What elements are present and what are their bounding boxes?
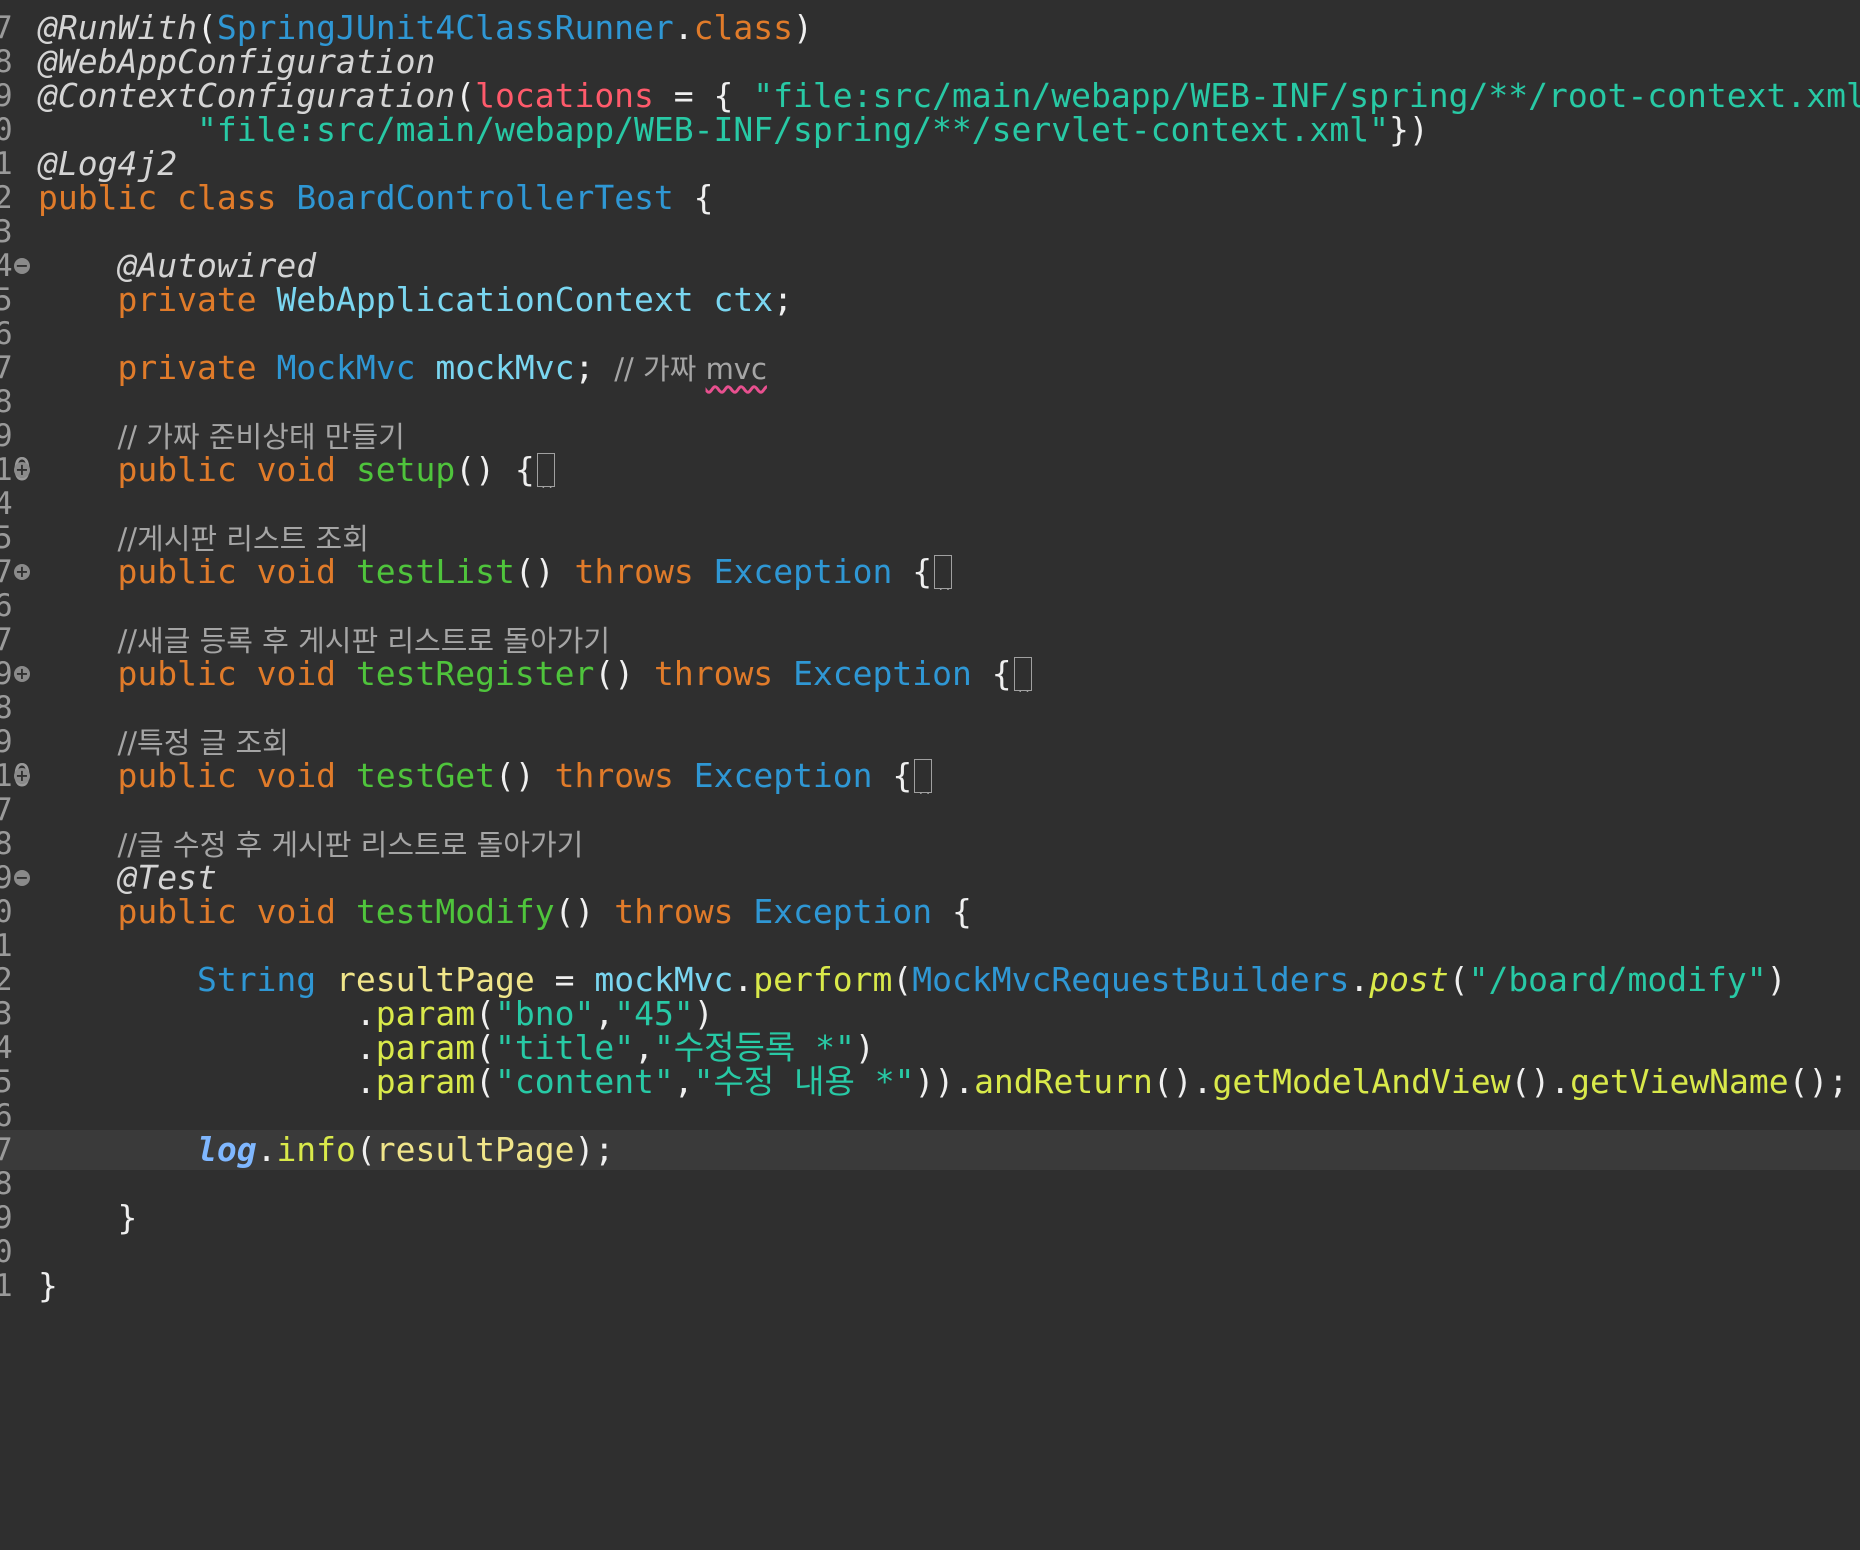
expand-icon[interactable]: + xyxy=(14,462,30,478)
expand-icon[interactable]: + xyxy=(14,768,30,784)
collapse-icon[interactable]: − xyxy=(14,870,30,886)
code-line: 1 } xyxy=(0,1266,1860,1306)
folded-block-icon[interactable] xyxy=(536,453,555,490)
code-editor[interactable]: 7 @RunWith(SpringJUnit4ClassRunner.class… xyxy=(0,0,1860,1550)
folded-block-icon[interactable] xyxy=(1013,657,1032,694)
comment: //글 수정 후 게시판 리스트로 돌아가기 xyxy=(117,828,584,862)
expand-icon[interactable]: + xyxy=(14,666,30,682)
expand-icon[interactable]: + xyxy=(14,564,30,580)
line-number: 1 xyxy=(0,1268,13,1304)
spelling-warning: mvc xyxy=(705,352,767,386)
folded-block-icon[interactable] xyxy=(914,759,933,796)
comment: //새글 등록 후 게시판 리스트로 돌아가기 xyxy=(117,624,610,658)
comment: //특정 글 조회 xyxy=(117,726,289,760)
comment: // 가짜 xyxy=(614,352,706,386)
comment: // 가짜 준비상태 만들기 xyxy=(117,420,405,454)
comment: //게시판 리스트 조회 xyxy=(117,522,369,556)
collapse-icon[interactable]: − xyxy=(14,258,30,274)
folded-block-icon[interactable] xyxy=(934,555,953,592)
